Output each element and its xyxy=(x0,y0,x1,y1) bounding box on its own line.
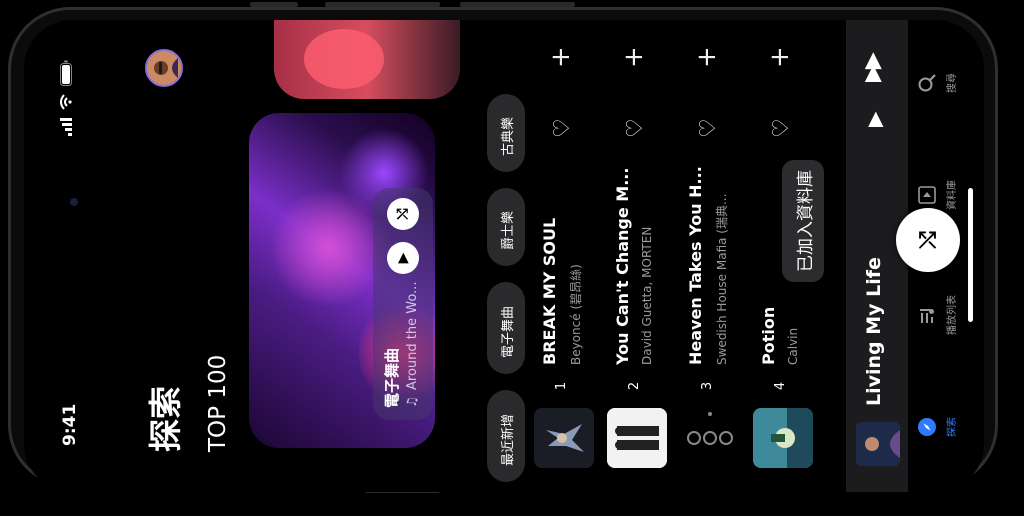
chip-jazz[interactable]: 爵士樂 xyxy=(487,188,525,266)
mute-switch xyxy=(250,2,298,7)
hero-subtitle: Around the Wo... xyxy=(405,281,420,390)
song-title: Heaven Takes You H... xyxy=(686,166,705,365)
song-artist: Swedish House Mafia (瑞典... xyxy=(715,193,729,365)
front-camera xyxy=(70,198,78,206)
chip-classical[interactable]: 古典樂 xyxy=(487,94,525,172)
mini-player[interactable]: Living My Life ▶ ▶▶ xyxy=(846,20,908,492)
heart-icon[interactable]: ♡ xyxy=(769,118,794,138)
home-indicator[interactable] xyxy=(968,188,973,322)
second-playlist-artwork xyxy=(304,29,384,89)
song-rank: 1 xyxy=(554,381,569,391)
featured-playlist-card[interactable]: 電子舞曲 ♫ Around the Wo... ▶ ⤭ xyxy=(249,113,435,448)
tab-label: 播放列表 xyxy=(947,295,958,335)
heart-icon[interactable]: ♡ xyxy=(696,118,721,138)
song-artwork xyxy=(607,408,667,468)
song-title: You Can't Change M... xyxy=(613,167,632,365)
song-artwork xyxy=(753,408,813,468)
song-artwork xyxy=(680,408,740,468)
add-icon[interactable]: + xyxy=(692,46,722,68)
wifi-icon xyxy=(60,94,72,110)
heart-icon[interactable]: ♡ xyxy=(550,118,575,138)
status-icons xyxy=(60,60,72,136)
library-icon xyxy=(916,185,938,205)
add-icon[interactable]: + xyxy=(546,46,576,68)
profile-avatar[interactable] xyxy=(145,49,183,87)
now-playing-artwork xyxy=(856,422,900,466)
next-button[interactable]: ▶▶ xyxy=(860,56,885,82)
status-time: 9:41 xyxy=(60,403,80,446)
song-row[interactable]: 3 Heaven Takes You H... Swedish House Ma… xyxy=(680,38,740,468)
song-artist: Beyoncé (碧昂絲) xyxy=(569,264,583,365)
hero-shuffle-button[interactable]: ⤭ xyxy=(387,198,419,230)
now-playing-title: Living My Life xyxy=(863,257,885,406)
tab-library[interactable]: 資料庫 xyxy=(916,160,958,230)
volume-up-button xyxy=(325,2,440,7)
page-title: 探索 xyxy=(146,386,185,452)
hero-title: 電子舞曲 xyxy=(383,347,401,408)
genre-chip-row: 最近新增 電子舞曲 爵士樂 古典樂 xyxy=(487,94,525,482)
add-icon[interactable]: + xyxy=(619,46,649,68)
battery-icon xyxy=(60,60,72,86)
song-rank: 4 xyxy=(773,381,788,391)
tab-playlist[interactable]: 播放列表 xyxy=(916,280,958,350)
song-title: Potion xyxy=(759,306,778,365)
chip-edm[interactable]: 電子舞曲 xyxy=(487,282,525,374)
song-artwork xyxy=(534,408,594,468)
play-icon: ▶ xyxy=(395,252,411,264)
play-icon: ▶ xyxy=(862,111,886,127)
search-icon xyxy=(916,73,938,93)
phone-screen: 9:41 探索 TOP 100 電子舞曲 ♫ Around the Wo... … xyxy=(24,20,984,492)
song-row[interactable]: 1 BREAK MY SOUL Beyoncé (碧昂絲) ♡ + xyxy=(534,38,594,468)
fast-forward-icon: ▶▶ xyxy=(860,56,885,82)
playlist-icon xyxy=(916,305,938,325)
shuffle-icon: ⤭ xyxy=(395,208,411,220)
music-note-icon: ♫ xyxy=(405,396,420,408)
second-playlist-card[interactable] xyxy=(274,20,460,99)
added-to-library-toast: 已加入資料庫 xyxy=(782,160,824,282)
song-rank: 2 xyxy=(627,381,642,391)
chip-recent[interactable]: 最近新增 xyxy=(487,390,525,482)
hero-play-button[interactable]: ▶ xyxy=(387,242,419,274)
heart-icon[interactable]: ♡ xyxy=(623,118,648,138)
add-icon[interactable]: + xyxy=(765,46,795,68)
song-title: BREAK MY SOUL xyxy=(540,217,559,365)
tab-explore[interactable]: 探索 xyxy=(916,392,958,462)
hero-info-panel: 電子舞曲 ♫ Around the Wo... ▶ ⤭ xyxy=(373,188,433,420)
play-button[interactable]: ▶ xyxy=(862,112,886,127)
song-artist: David Guetta, MORTEN xyxy=(640,226,654,365)
tab-label: 探索 xyxy=(947,417,958,437)
compass-icon xyxy=(916,417,938,437)
song-row[interactable]: 2 You Can't Change M... David Guetta, MO… xyxy=(607,38,667,468)
tab-label: 搜尋 xyxy=(947,73,958,93)
song-artist: Calvin xyxy=(786,327,800,365)
signal-icon xyxy=(60,118,72,136)
volume-down-button xyxy=(460,2,575,7)
section-title: TOP 100 xyxy=(205,354,231,452)
tab-search[interactable]: 搜尋 xyxy=(916,48,958,118)
song-rank: 3 xyxy=(700,381,715,391)
tab-label: 資料庫 xyxy=(947,180,958,210)
